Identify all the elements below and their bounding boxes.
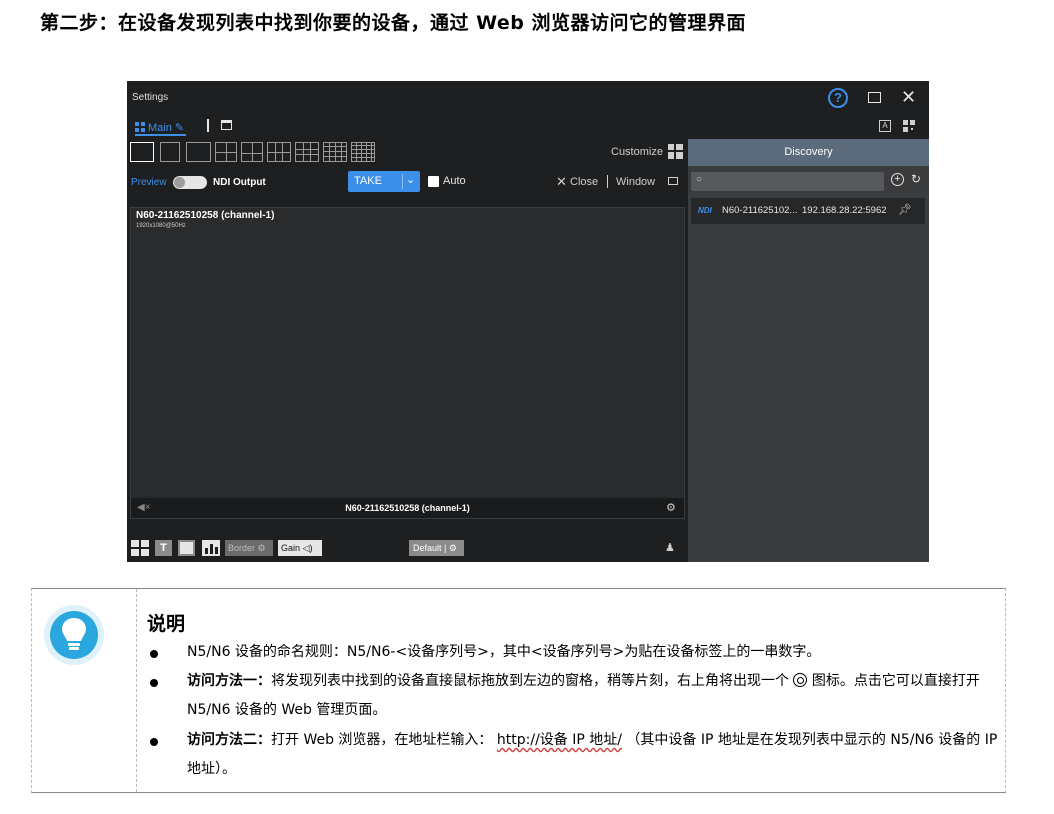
layout-1x1[interactable]: [130, 142, 154, 162]
discovery-header: Discovery: [688, 139, 929, 166]
customize-label[interactable]: Customize: [611, 146, 663, 158]
method1-text-a: 将发现列表中找到的设备直接鼠标拖放到左边的窗格，稍等片刻，右上角将出现一个: [271, 673, 789, 689]
grid-toggle-icon[interactable]: [178, 540, 195, 556]
layout-3x3[interactable]: [295, 142, 319, 162]
divider: [607, 175, 608, 188]
method2-label: 访问方法二：: [187, 732, 271, 748]
discovery-panel: Discovery ○ + ↻ NDI N60-211625102... 192…: [688, 139, 929, 562]
search-icon: ○: [696, 174, 703, 185]
gear-icon[interactable]: ⚙: [666, 501, 676, 514]
note-box: 说明 N5/N6 设备的命名规则：N5/N6-<设备序列号>，其中<设备序列号>…: [31, 588, 1006, 793]
text-overlay-button[interactable]: T: [155, 540, 172, 556]
device-ip: 192.168.28.22:5962: [802, 205, 887, 216]
refresh-icon[interactable]: ↻: [911, 172, 921, 186]
tab-main[interactable]: Main ✎: [135, 118, 187, 136]
qr-code-icon[interactable]: [903, 120, 915, 132]
url-example: http://设备 IP 地址/: [496, 732, 622, 748]
layout-5x5[interactable]: [351, 142, 375, 162]
maximize-icon[interactable]: [868, 92, 881, 103]
default-button[interactable]: Default | ⚙: [409, 540, 464, 556]
tab-separator: [207, 119, 209, 132]
pencil-icon[interactable]: ✎: [175, 122, 184, 134]
layout-4x4[interactable]: [323, 142, 347, 162]
method1-label: 访问方法一：: [187, 673, 271, 689]
close-icon[interactable]: ✕: [556, 174, 567, 190]
close-button[interactable]: Close: [570, 176, 598, 188]
ndi-badge: NDI: [698, 206, 712, 215]
gain-label: Gain: [281, 543, 301, 553]
tab-bar: Main ✎ A: [127, 112, 929, 139]
ndi-output-toggle[interactable]: [173, 176, 207, 189]
layout-icon[interactable]: [131, 540, 149, 556]
pane-footer: ◀× N60-21162510258 (channel-1) ⚙: [131, 498, 684, 518]
default-label: Default: [413, 543, 442, 553]
add-device-icon[interactable]: +: [891, 173, 904, 186]
layout-1-3[interactable]: [241, 142, 263, 162]
pane-resolution: 1920x1080@50Hz: [136, 223, 186, 229]
open-web-icon: [793, 673, 808, 687]
layout-3x2[interactable]: [267, 142, 291, 162]
preview-pane[interactable]: N60-21162510258 (channel-1) 1920x1080@50…: [130, 207, 685, 519]
stats-icon[interactable]: [202, 540, 220, 556]
chevron-down-icon[interactable]: ⌄: [406, 173, 415, 186]
auto-checkbox[interactable]: [428, 176, 439, 187]
gain-button[interactable]: Gain ◁): [278, 540, 322, 556]
take-button[interactable]: TAKE ⌄: [348, 171, 420, 192]
note-heading: 说明: [147, 613, 186, 635]
lightbulb-icon: [44, 605, 104, 665]
help-icon[interactable]: ?: [828, 88, 848, 108]
device-name: N60-211625102...: [722, 205, 798, 216]
pin-icon[interactable]: 📌︎: [898, 203, 912, 216]
ndi-output-label: NDI Output: [213, 177, 266, 188]
close-window-icon[interactable]: ✕: [901, 87, 916, 107]
settings-window-screenshot: Settings ? ✕ Main ✎ A Customize Preview N…: [127, 81, 929, 562]
layout-2x2[interactable]: [215, 142, 237, 162]
device-row[interactable]: NDI N60-211625102... 192.168.28.22:5962 …: [691, 198, 925, 224]
layout-pip[interactable]: [160, 142, 180, 162]
bottom-toolbar: T Border ⚙ Gain ◁) Default | ⚙ ♟: [127, 533, 688, 562]
method2-text-a: 打开 Web 浏览器，在地址栏输入：: [271, 732, 493, 748]
monitor-icon[interactable]: [668, 177, 678, 185]
preview-label: Preview: [131, 177, 167, 188]
add-tab-icon[interactable]: [221, 120, 232, 130]
auto-label: Auto: [443, 175, 466, 187]
naming-rule-text: N5/N6 设备的命名规则：N5/N6-<设备序列号>，其中<设备序列号>为贴在…: [187, 644, 821, 660]
pane-footer-title: N60-21162510258 (channel-1): [345, 503, 470, 513]
layout-2x1[interactable]: [186, 142, 211, 162]
customize-icon[interactable]: [668, 144, 683, 159]
font-icon[interactable]: A: [879, 120, 891, 132]
take-label: TAKE: [354, 175, 382, 187]
step-title: 第二步：在设备发现列表中找到你要的设备，通过 Web 浏览器访问它的管理界面: [40, 12, 746, 34]
grid-icon: [135, 122, 145, 132]
window-button[interactable]: Window: [616, 176, 655, 188]
title-bar: Settings ? ✕: [127, 81, 929, 112]
tab-main-label: Main: [148, 122, 172, 134]
pane-source-title: N60-21162510258 (channel-1): [136, 210, 275, 221]
window-title: Settings: [132, 92, 169, 103]
discovery-search-input[interactable]: ○: [691, 172, 884, 191]
border-button[interactable]: Border ⚙: [225, 540, 273, 556]
border-label: Border: [228, 543, 256, 553]
user-icon[interactable]: ♟: [665, 540, 677, 556]
